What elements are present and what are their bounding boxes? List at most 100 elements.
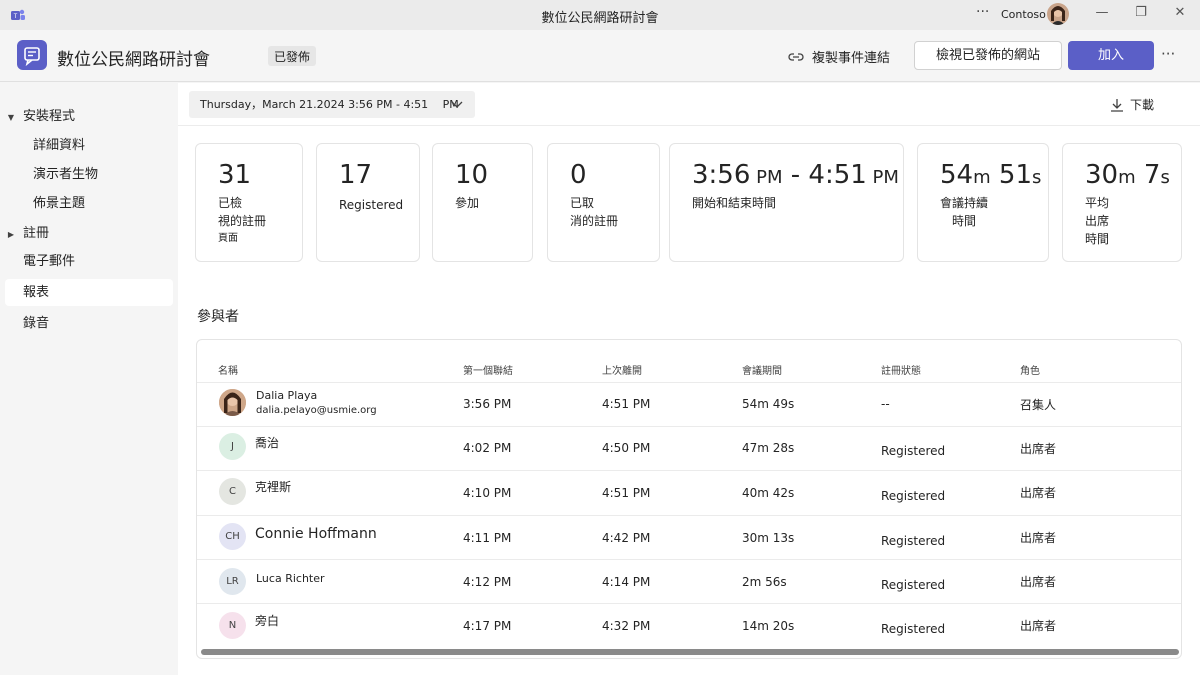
status-badge: 已發佈 bbox=[268, 46, 317, 66]
registration-status-cell: Registered bbox=[881, 622, 946, 636]
event-header: 數位公民網路研討會 已發佈 複製事件連結 檢視已發佈的網站 加入 ··· bbox=[0, 30, 1200, 82]
participant-name: Dalia Playa bbox=[256, 389, 318, 402]
table-row[interactable]: N 旁白 4:17 PM 4:32 PM 14m 20s Registered … bbox=[197, 603, 1181, 647]
table-row[interactable]: Dalia Playa dalia.pelayo@usmie.org 3:56 … bbox=[197, 382, 1181, 426]
stat-label: 已檢 視的註冊 頁面 bbox=[218, 196, 267, 244]
stat-label: Registered bbox=[339, 198, 404, 212]
sidebar-item-registration[interactable]: ▶ 註冊 bbox=[5, 220, 173, 247]
join-button[interactable]: 加入 bbox=[1068, 41, 1154, 70]
stat-label: 開始和結束時間 bbox=[692, 196, 777, 210]
sidebar-item-details[interactable]: 詳細資料 bbox=[5, 132, 173, 159]
last-leave-cell: 4:32 PM bbox=[602, 619, 651, 633]
close-icon[interactable]: ✕ bbox=[1170, 5, 1190, 20]
stat-value: 0 bbox=[570, 160, 587, 190]
download-icon bbox=[1111, 98, 1123, 112]
date-range-picker[interactable]: Thursday，March 21.2024 3:56 PM - 4:51 PM bbox=[189, 91, 475, 118]
event-title: 數位公民網路研討會 bbox=[57, 50, 210, 70]
role-cell: 出席者 bbox=[1020, 575, 1057, 589]
participant-name: Connie Hoffmann bbox=[255, 526, 377, 542]
stat-value: 10 bbox=[455, 160, 489, 190]
participant-name: 喬治 bbox=[255, 436, 280, 450]
registration-status-cell: Registered bbox=[881, 444, 946, 458]
sidebar-item-email[interactable]: 電子郵件 bbox=[5, 248, 173, 275]
column-header-last-leave[interactable]: 上次離開 bbox=[602, 362, 642, 377]
role-cell: 出席者 bbox=[1020, 531, 1057, 545]
stat-value: 3:56 PM - 4:51 PM bbox=[692, 160, 899, 190]
table-row[interactable]: C 克裡斯 4:10 PM 4:51 PM 40m 42s Registered… bbox=[197, 470, 1181, 514]
last-leave-cell: 4:14 PM bbox=[602, 575, 651, 589]
chevron-right-icon: ▶ bbox=[7, 230, 15, 239]
first-join-cell: 4:11 PM bbox=[463, 531, 512, 545]
more-options-icon[interactable]: ··· bbox=[976, 4, 989, 20]
stat-card-start-end-time: 3:56 PM - 4:51 PM 開始和結束時間 bbox=[669, 143, 904, 262]
duration-cell: 2m 56s bbox=[742, 575, 787, 589]
participant-name: 旁白 bbox=[255, 614, 280, 628]
title-bar: T 數位公民網路研討會 ··· Contoso — ❐ ✕ bbox=[0, 0, 1200, 30]
participant-name: 克裡斯 bbox=[255, 480, 292, 494]
first-join-cell: 3:56 PM bbox=[463, 397, 512, 411]
column-header-name[interactable]: 名稱 bbox=[218, 362, 238, 377]
registration-status-cell: Registered bbox=[881, 534, 946, 548]
sidebar-item-reports[interactable]: 報表 bbox=[5, 279, 173, 306]
sidebar-item-theme[interactable]: 佈景主題 bbox=[5, 190, 173, 217]
sidebar-item-label: 註冊 bbox=[23, 226, 50, 241]
table-row[interactable]: J 喬治 4:02 PM 4:50 PM 47m 28s Registered … bbox=[197, 426, 1181, 470]
column-header-registration-status[interactable]: 註冊狀態 bbox=[881, 362, 921, 377]
duration-cell: 30m 13s bbox=[742, 531, 795, 545]
avatar: C bbox=[219, 478, 246, 505]
avatar: N bbox=[219, 612, 246, 639]
table-row[interactable]: LR Luca Richter 4:12 PM 4:14 PM 2m 56s R… bbox=[197, 559, 1181, 603]
registration-status-cell: Registered bbox=[881, 578, 946, 592]
sidebar-item-presenter-bios[interactable]: 演示者生物 bbox=[5, 161, 173, 188]
stat-label: 會議持續 時間 bbox=[940, 196, 989, 228]
registration-status-cell: Registered bbox=[881, 489, 946, 503]
sidebar-item-setup[interactable]: ▼ 安裝程式 bbox=[5, 103, 173, 130]
column-header-first-join[interactable]: 第一個聯結 bbox=[463, 362, 513, 377]
role-cell: 出席者 bbox=[1020, 619, 1057, 633]
first-join-cell: 4:02 PM bbox=[463, 441, 512, 455]
first-join-cell: 4:12 PM bbox=[463, 575, 512, 589]
chevron-down-icon: ▼ bbox=[7, 113, 15, 122]
first-join-cell: 4:17 PM bbox=[463, 619, 512, 633]
date-range-text: Thursday，March 21.2024 3:56 PM - 4:51 PM bbox=[200, 98, 459, 111]
stat-card-attended: 10 參加 bbox=[432, 143, 533, 262]
first-join-cell: 4:10 PM bbox=[463, 486, 512, 500]
column-header-role[interactable]: 角色 bbox=[1020, 362, 1040, 377]
stat-card-registered: 17 Registered bbox=[316, 143, 420, 262]
sidebar-nav: ▼ 安裝程式 詳細資料 演示者生物 佈景主題 ▶ 註冊 電子郵件 報表 錄音 bbox=[0, 83, 178, 675]
stat-value: 30m 7s bbox=[1085, 160, 1170, 190]
role-cell: 出席者 bbox=[1020, 486, 1057, 500]
view-published-site-button[interactable]: 檢視已發佈的網站 bbox=[914, 41, 1062, 70]
download-label: 下載 bbox=[1130, 98, 1155, 112]
stat-card-cancelled: 0 已取 消的註冊 bbox=[547, 143, 660, 262]
avatar: J bbox=[219, 433, 246, 460]
link-icon bbox=[788, 52, 804, 61]
profile-avatar[interactable] bbox=[1047, 3, 1069, 25]
table-row[interactable]: CH Connie Hoffmann 4:11 PM 4:42 PM 30m 1… bbox=[197, 515, 1181, 559]
divider bbox=[178, 125, 1200, 126]
org-name: Contoso bbox=[1001, 8, 1046, 21]
duration-cell: 54m 49s bbox=[742, 397, 795, 411]
column-header-duration[interactable]: 會議期間 bbox=[742, 362, 782, 377]
last-leave-cell: 4:51 PM bbox=[602, 486, 651, 500]
more-actions-icon[interactable]: ··· bbox=[1161, 45, 1175, 63]
stat-value: 54m 51s bbox=[940, 160, 1042, 190]
duration-cell: 40m 42s bbox=[742, 486, 795, 500]
avatar: CH bbox=[219, 523, 246, 550]
copy-event-link-button[interactable]: 複製事件連結 bbox=[788, 47, 890, 66]
report-panel: Thursday，March 21.2024 3:56 PM - 4:51 PM… bbox=[178, 83, 1200, 675]
minimize-icon[interactable]: — bbox=[1092, 5, 1112, 20]
avatar bbox=[219, 389, 246, 416]
stat-card-avg-attendance: 30m 7s 平均 出席 時間 bbox=[1062, 143, 1182, 262]
sidebar-item-label: 安裝程式 bbox=[23, 109, 76, 124]
participants-heading: 參與者 bbox=[197, 309, 239, 325]
horizontal-scrollbar[interactable] bbox=[201, 649, 1179, 655]
duration-cell: 14m 20s bbox=[742, 619, 795, 633]
participant-email: dalia.pelayo@usmie.org bbox=[256, 405, 377, 416]
avatar: LR bbox=[219, 568, 246, 595]
last-leave-cell: 4:50 PM bbox=[602, 441, 651, 455]
download-button[interactable]: 下載 bbox=[1110, 96, 1154, 113]
maximize-icon[interactable]: ❐ bbox=[1131, 5, 1151, 20]
sidebar-item-recordings[interactable]: 錄音 bbox=[5, 310, 173, 337]
chevron-down-icon bbox=[451, 91, 463, 118]
